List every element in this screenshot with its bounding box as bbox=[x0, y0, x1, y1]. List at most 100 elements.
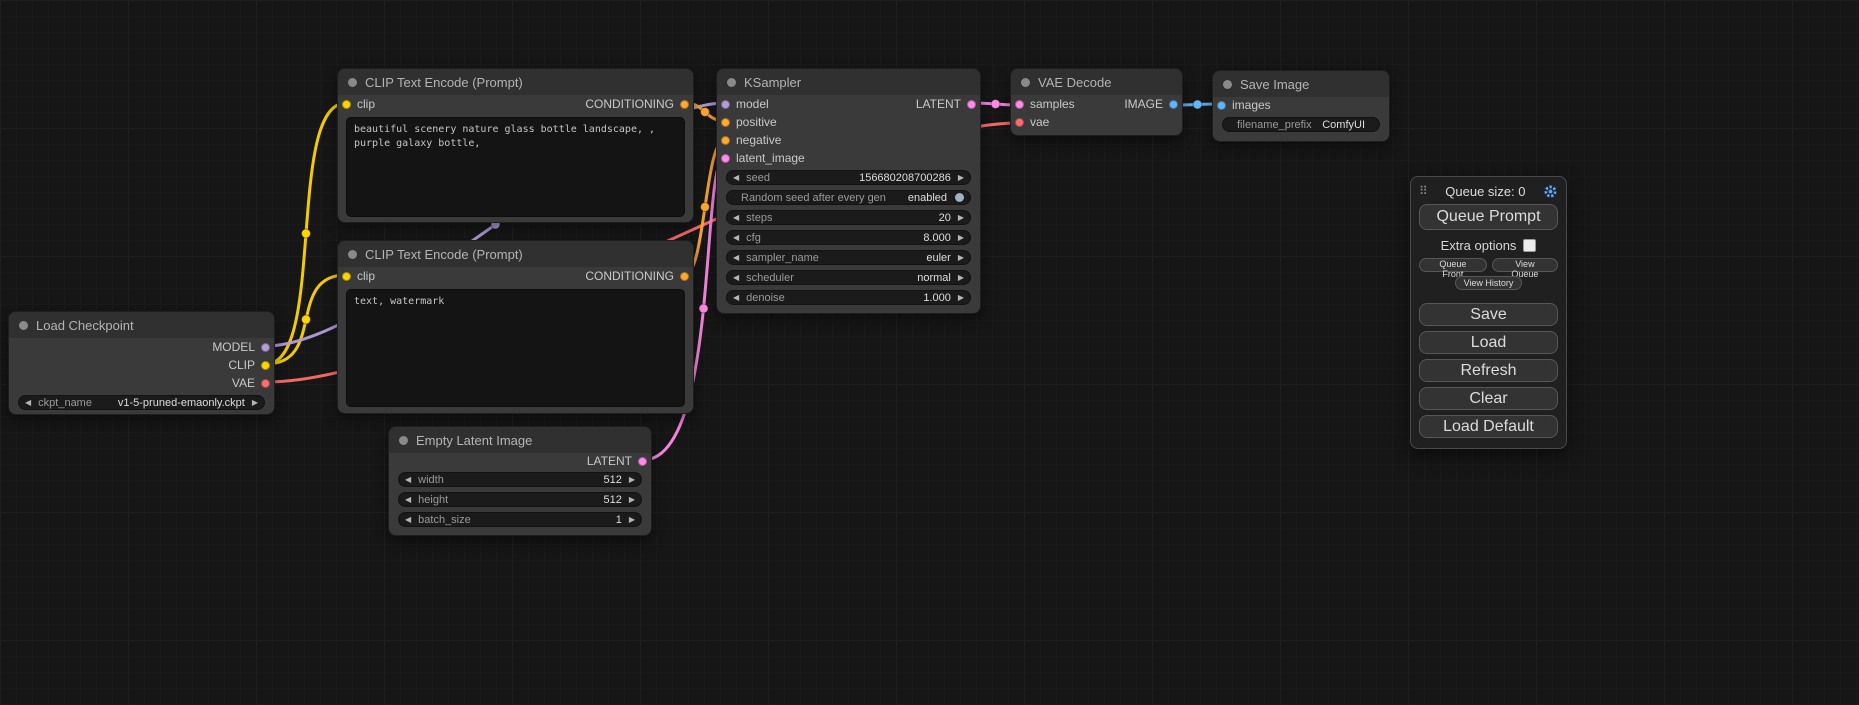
node-title-bar[interactable]: KSampler bbox=[717, 69, 980, 95]
output-slot-latent[interactable]: LATENT bbox=[916, 97, 980, 111]
output-slot-conditioning[interactable]: CONDITIONING bbox=[585, 269, 693, 283]
input-slot-positive[interactable]: positive bbox=[717, 115, 777, 129]
decrement-arrow-icon[interactable]: ◀ bbox=[733, 254, 739, 262]
increment-arrow-icon[interactable]: ▶ bbox=[629, 496, 635, 504]
input-slot-samples[interactable]: samples bbox=[1011, 97, 1075, 111]
widget-sampler-name[interactable]: ◀ sampler_name euler ▶ bbox=[726, 250, 971, 265]
widget-filename-prefix[interactable]: filename_prefix ComfyUI bbox=[1222, 117, 1380, 132]
node-empty-latent-image[interactable]: Empty Latent Image LATENT ◀ width 512 ▶ … bbox=[388, 426, 652, 536]
decrement-arrow-icon[interactable]: ◀ bbox=[405, 496, 411, 504]
decrement-arrow-icon[interactable]: ◀ bbox=[733, 214, 739, 222]
collapse-dot-icon[interactable] bbox=[399, 436, 408, 445]
refresh-button[interactable]: Refresh bbox=[1419, 359, 1558, 382]
widget-denoise[interactable]: ◀ denoise 1.000 ▶ bbox=[726, 290, 971, 305]
vae-slot-dot[interactable] bbox=[1015, 118, 1024, 127]
toggle-knob-icon[interactable] bbox=[955, 193, 964, 202]
node-save-image[interactable]: Save Image images filename_prefix ComfyU… bbox=[1212, 70, 1390, 142]
conditioning-slot-dot[interactable] bbox=[680, 272, 689, 281]
prompt-textarea[interactable]: beautiful scenery nature glass bottle la… bbox=[346, 117, 685, 217]
conditioning-slot-dot[interactable] bbox=[721, 136, 730, 145]
collapse-dot-icon[interactable] bbox=[1223, 80, 1232, 89]
collapse-dot-icon[interactable] bbox=[727, 78, 736, 87]
node-title-bar[interactable]: Save Image bbox=[1213, 71, 1389, 97]
latent-slot-dot[interactable] bbox=[967, 100, 976, 109]
clip-slot-dot[interactable] bbox=[342, 100, 351, 109]
input-slot-clip[interactable]: clip bbox=[338, 269, 375, 283]
output-slot-clip[interactable]: CLIP bbox=[228, 358, 274, 372]
decrement-arrow-icon[interactable]: ◀ bbox=[405, 476, 411, 484]
increment-arrow-icon[interactable]: ▶ bbox=[629, 476, 635, 484]
increment-arrow-icon[interactable]: ▶ bbox=[958, 234, 964, 242]
node-title-bar[interactable]: CLIP Text Encode (Prompt) bbox=[338, 69, 693, 95]
collapse-dot-icon[interactable] bbox=[1021, 78, 1030, 87]
output-slot-conditioning[interactable]: CONDITIONING bbox=[585, 97, 693, 111]
widget-random-seed-toggle[interactable]: Random seed after every gen enabled bbox=[726, 190, 971, 205]
node-title-bar[interactable]: Load Checkpoint bbox=[9, 312, 274, 338]
input-slot-latent-image[interactable]: latent_image bbox=[717, 151, 805, 165]
drag-handle-icon[interactable]: ⠿ bbox=[1419, 185, 1428, 197]
decrement-arrow-icon[interactable]: ◀ bbox=[733, 274, 739, 282]
increment-arrow-icon[interactable]: ▶ bbox=[629, 516, 635, 524]
latent-slot-dot[interactable] bbox=[1015, 100, 1024, 109]
widget-cfg[interactable]: ◀ cfg 8.000 ▶ bbox=[726, 230, 971, 245]
increment-arrow-icon[interactable]: ▶ bbox=[958, 254, 964, 262]
clip-slot-dot[interactable] bbox=[342, 272, 351, 281]
widget-height[interactable]: ◀ height 512 ▶ bbox=[398, 492, 642, 507]
output-slot-model[interactable]: MODEL bbox=[212, 340, 274, 354]
conditioning-slot-dot[interactable] bbox=[721, 118, 730, 127]
latent-slot-dot[interactable] bbox=[721, 154, 730, 163]
collapse-dot-icon[interactable] bbox=[348, 78, 357, 87]
node-clip-text-encode-positive[interactable]: CLIP Text Encode (Prompt) clip CONDITION… bbox=[337, 68, 694, 223]
decrement-arrow-icon[interactable]: ◀ bbox=[405, 516, 411, 524]
model-slot-dot[interactable] bbox=[261, 343, 270, 352]
vae-slot-dot[interactable] bbox=[261, 379, 270, 388]
node-title-bar[interactable]: VAE Decode bbox=[1011, 69, 1182, 95]
increment-arrow-icon[interactable]: ▶ bbox=[252, 399, 258, 407]
increment-arrow-icon[interactable]: ▶ bbox=[958, 174, 964, 182]
clip-slot-dot[interactable] bbox=[261, 361, 270, 370]
node-clip-text-encode-negative[interactable]: CLIP Text Encode (Prompt) clip CONDITION… bbox=[337, 240, 694, 414]
load-button[interactable]: Load bbox=[1419, 331, 1558, 354]
output-slot-image[interactable]: IMAGE bbox=[1124, 97, 1182, 111]
widget-batch-size[interactable]: ◀ batch_size 1 ▶ bbox=[398, 512, 642, 527]
widget-width[interactable]: ◀ width 512 ▶ bbox=[398, 472, 642, 487]
decrement-arrow-icon[interactable]: ◀ bbox=[733, 174, 739, 182]
view-history-button[interactable]: View History bbox=[1455, 276, 1523, 290]
input-slot-clip[interactable]: clip bbox=[338, 97, 375, 111]
widget-steps[interactable]: ◀ steps 20 ▶ bbox=[726, 210, 971, 225]
model-slot-dot[interactable] bbox=[721, 100, 730, 109]
widget-seed[interactable]: ◀ seed 156680208700286 ▶ bbox=[726, 170, 971, 185]
extra-options-checkbox[interactable] bbox=[1523, 239, 1536, 252]
increment-arrow-icon[interactable]: ▶ bbox=[958, 214, 964, 222]
decrement-arrow-icon[interactable]: ◀ bbox=[25, 399, 31, 407]
prompt-textarea[interactable]: text, watermark bbox=[346, 289, 685, 407]
clear-button[interactable]: Clear bbox=[1419, 387, 1558, 410]
collapse-dot-icon[interactable] bbox=[19, 321, 28, 330]
increment-arrow-icon[interactable]: ▶ bbox=[958, 274, 964, 282]
widget-ckpt-name[interactable]: ◀ ckpt_name v1-5-pruned-emaonly.ckpt ▶ bbox=[18, 395, 265, 410]
node-load-checkpoint[interactable]: Load Checkpoint MODEL CLIP VAE ◀ ckpt_na… bbox=[8, 311, 275, 415]
decrement-arrow-icon[interactable]: ◀ bbox=[733, 294, 739, 302]
input-slot-vae[interactable]: vae bbox=[1011, 115, 1049, 129]
queue-front-button[interactable]: Queue Front bbox=[1419, 258, 1487, 272]
input-slot-images[interactable]: images bbox=[1213, 98, 1271, 112]
conditioning-slot-dot[interactable] bbox=[680, 100, 689, 109]
output-slot-vae[interactable]: VAE bbox=[232, 376, 274, 390]
input-slot-model[interactable]: model bbox=[717, 97, 769, 111]
latent-slot-dot[interactable] bbox=[638, 457, 647, 466]
widget-scheduler[interactable]: ◀ scheduler normal ▶ bbox=[726, 270, 971, 285]
decrement-arrow-icon[interactable]: ◀ bbox=[733, 234, 739, 242]
settings-gear-icon[interactable] bbox=[1543, 184, 1558, 199]
queue-prompt-button[interactable]: Queue Prompt bbox=[1419, 204, 1558, 230]
view-queue-button[interactable]: View Queue bbox=[1492, 258, 1558, 272]
node-title-bar[interactable]: CLIP Text Encode (Prompt) bbox=[338, 241, 693, 267]
image-slot-dot[interactable] bbox=[1217, 101, 1226, 110]
input-slot-negative[interactable]: negative bbox=[717, 133, 781, 147]
save-button[interactable]: Save bbox=[1419, 303, 1558, 326]
node-vae-decode[interactable]: VAE Decode samples IMAGE vae bbox=[1010, 68, 1183, 136]
collapse-dot-icon[interactable] bbox=[348, 250, 357, 259]
node-ksampler[interactable]: KSampler model LATENT positive negative … bbox=[716, 68, 981, 314]
image-slot-dot[interactable] bbox=[1169, 100, 1178, 109]
output-slot-latent[interactable]: LATENT bbox=[587, 454, 651, 468]
node-title-bar[interactable]: Empty Latent Image bbox=[389, 427, 651, 453]
